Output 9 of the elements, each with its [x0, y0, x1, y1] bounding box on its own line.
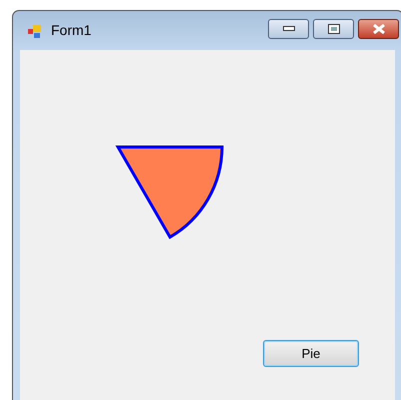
minimize-button[interactable]: [268, 18, 309, 38]
minimize-icon: [282, 26, 294, 31]
window-title: Form1: [51, 21, 92, 40]
close-button[interactable]: [358, 18, 399, 38]
maximize-button[interactable]: [313, 18, 354, 38]
maximize-icon: [328, 24, 340, 34]
close-icon: [372, 24, 384, 34]
app-icon: [27, 22, 43, 38]
pie-button[interactable]: Pie: [263, 340, 359, 367]
